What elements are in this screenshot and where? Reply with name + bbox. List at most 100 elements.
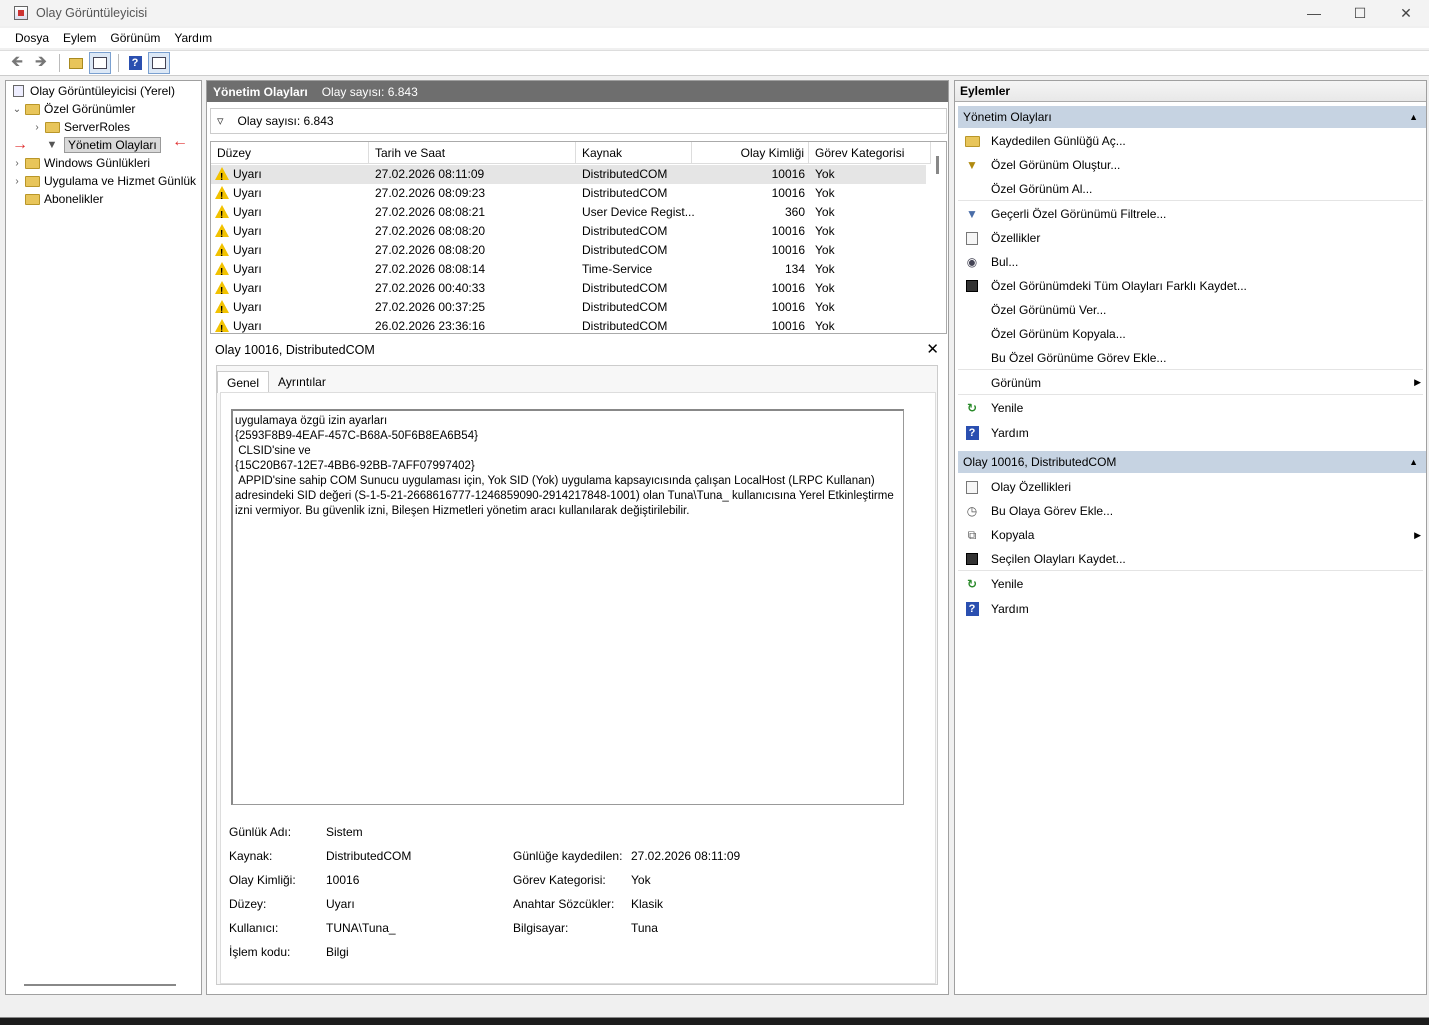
close-icon[interactable]: ✕ bbox=[926, 340, 939, 358]
forward-arrow-icon[interactable]: 🡺 bbox=[30, 52, 52, 74]
collapse-icon[interactable]: ▲ bbox=[1409, 451, 1418, 473]
action-view[interactable]: Görünüm ▶ bbox=[958, 371, 1423, 395]
cell-date: 27.02.2026 08:08:20 bbox=[375, 243, 486, 257]
table-row[interactable]: Uyarı 27.02.2026 08:08:21 User Device Regi… bbox=[211, 203, 926, 222]
action-help[interactable]: ? Yardım bbox=[958, 421, 1423, 445]
up-folder-icon[interactable] bbox=[65, 52, 87, 74]
tree-item-subscriptions[interactable]: Abonelikler bbox=[24, 190, 103, 208]
cell-source: DistributedCOM bbox=[582, 186, 668, 200]
actions-section-admin-events[interactable]: Yönetim Olayları ▲ bbox=[958, 106, 1426, 128]
show-action-pane-icon[interactable] bbox=[148, 52, 170, 74]
cell-event-id: 134 bbox=[784, 262, 805, 276]
chevron-right-icon[interactable]: › bbox=[10, 158, 24, 169]
action-attach-task-event[interactable]: ◷ Bu Olaya Görev Ekle... bbox=[958, 499, 1423, 523]
window-controls: — ☐ ✕ bbox=[1291, 0, 1429, 26]
action-open-saved-log[interactable]: Kaydedilen Günlüğü Aç... bbox=[958, 129, 1423, 153]
action-properties[interactable]: Özellikler bbox=[958, 226, 1423, 250]
tree-item-root[interactable]: Olay Görüntüleyicisi (Yerel) bbox=[10, 82, 175, 100]
cell-level: Uyarı bbox=[211, 222, 369, 241]
table-row[interactable]: Uyarı 27.02.2026 00:40:33 DistributedCOM 10… bbox=[211, 279, 926, 298]
level-text: Uyarı bbox=[233, 167, 262, 181]
vertical-scrollbar[interactable] bbox=[936, 156, 939, 174]
column-header-event-id[interactable]: Olay Kimliği bbox=[692, 142, 809, 164]
action-create-custom-view[interactable]: ▼ Özel Görünüm Oluştur... bbox=[958, 153, 1423, 177]
back-arrow-icon[interactable]: 🡸 bbox=[6, 52, 28, 74]
level-text: Uyarı bbox=[233, 300, 262, 314]
action-attach-task-custom-view[interactable]: Bu Özel Görünüme Görev Ekle... bbox=[958, 346, 1423, 370]
prop-value: Yok bbox=[631, 873, 651, 887]
tree-item-admin-events[interactable]: ▼ Yönetim Olayları bbox=[44, 136, 161, 154]
action-export-custom-view[interactable]: Özel Görünümü Ver... bbox=[958, 298, 1423, 322]
action-filter-custom-view[interactable]: ▼ Geçerli Özel Görünümü Filtrele... bbox=[958, 202, 1423, 226]
menu-gorunum[interactable]: Görünüm bbox=[103, 31, 167, 45]
menu-yardim[interactable]: Yardım bbox=[167, 31, 219, 45]
help-icon: ? bbox=[963, 601, 981, 617]
toolbar: 🡸 🡺 ? bbox=[0, 50, 1429, 76]
table-row[interactable]: Uyarı 26.02.2026 23:36:16 DistributedCOM 10… bbox=[211, 317, 926, 333]
filter-bar: ▿ Olay sayısı: 6.843 bbox=[210, 108, 947, 134]
table-row[interactable]: Uyarı 27.02.2026 08:08:20 DistributedCOM 10… bbox=[211, 241, 926, 260]
maximize-button[interactable]: ☐ bbox=[1337, 0, 1383, 26]
show-hide-console-tree-icon[interactable] bbox=[89, 52, 111, 74]
tab-ayrintilar[interactable]: Ayrıntılar bbox=[269, 371, 335, 393]
cell-event-id: 10016 bbox=[771, 300, 805, 314]
actions-section-event[interactable]: Olay 10016, DistributedCOM ▲ bbox=[958, 451, 1426, 473]
tree-item-app-service-logs[interactable]: › Uygulama ve Hizmet Günlük bbox=[10, 172, 196, 190]
open-folder-icon bbox=[963, 133, 981, 149]
action-help-event[interactable]: ? Yardım bbox=[958, 597, 1423, 621]
section-label: Yönetim Olayları bbox=[963, 110, 1052, 124]
column-header-level[interactable]: Düzey bbox=[211, 142, 369, 164]
action-event-properties[interactable]: Olay Özellikleri bbox=[958, 475, 1423, 499]
column-header-task-category[interactable]: Görev Kategorisi bbox=[809, 142, 931, 164]
event-message[interactable]: uygulamaya özgü izin ayarları {2593F8B9-… bbox=[231, 409, 904, 805]
filter-count: Olay sayısı: 6.843 bbox=[237, 114, 334, 128]
actions-pane: Eylemler Yönetim Olayları ▲ Kaydedilen G… bbox=[954, 80, 1427, 995]
warning-icon bbox=[215, 186, 229, 203]
warning-icon bbox=[215, 300, 229, 317]
cell-level: Uyarı bbox=[211, 241, 369, 260]
chevron-right-icon[interactable]: › bbox=[30, 122, 44, 133]
action-refresh[interactable]: ↻ Yenile bbox=[958, 396, 1423, 420]
action-find[interactable]: ◉ Bul... bbox=[958, 250, 1423, 274]
tree-item-windows-logs[interactable]: › Windows Günlükleri bbox=[10, 154, 150, 172]
actions-title: Eylemler bbox=[955, 81, 1426, 102]
prop-label: Düzey: bbox=[229, 897, 267, 911]
prop-label: Anahtar Sözcükler: bbox=[513, 897, 615, 911]
cell-event-id: 10016 bbox=[771, 243, 805, 257]
prop-value: Bilgi bbox=[326, 945, 349, 959]
menu-eylem[interactable]: Eylem bbox=[56, 31, 103, 45]
action-copy-custom-view[interactable]: Özel Görünüm Kopyala... bbox=[958, 322, 1423, 346]
tree-item-custom-views[interactable]: ⌄ Özel Görünümler bbox=[10, 100, 136, 118]
events-pane: Yönetim Olayları Olay sayısı: 6.843 ▿ Ol… bbox=[206, 80, 949, 995]
collapse-icon[interactable]: ▲ bbox=[1409, 106, 1418, 128]
column-header-source[interactable]: Kaynak bbox=[576, 142, 692, 164]
table-row[interactable]: Uyarı 27.02.2026 08:11:09 DistributedCOM 10… bbox=[211, 165, 926, 184]
help-icon[interactable]: ? bbox=[124, 52, 146, 74]
table-row[interactable]: Uyarı 27.02.2026 08:09:23 DistributedCOM 10… bbox=[211, 184, 926, 203]
action-refresh-event[interactable]: ↻ Yenile bbox=[958, 572, 1423, 596]
cell-date: 27.02.2026 08:08:14 bbox=[375, 262, 486, 276]
table-row[interactable]: Uyarı 27.02.2026 08:08:20 DistributedCOM 10… bbox=[211, 222, 926, 241]
cell-task-category: Yok bbox=[815, 186, 835, 200]
tree-item-server-roles[interactable]: › ServerRoles bbox=[30, 118, 130, 136]
cell-level: Uyarı bbox=[211, 298, 369, 317]
action-save-all-events[interactable]: Özel Görünümdeki Tüm Olayları Farklı Kay… bbox=[958, 274, 1423, 298]
chevron-right-icon[interactable]: › bbox=[10, 176, 24, 187]
column-header-date[interactable]: Tarih ve Saat bbox=[369, 142, 576, 164]
close-button[interactable]: ✕ bbox=[1383, 0, 1429, 26]
menu-dosya[interactable]: Dosya bbox=[8, 31, 56, 45]
section-label: Olay 10016, DistributedCOM bbox=[963, 455, 1117, 469]
table-row[interactable]: Uyarı 27.02.2026 00:37:25 DistributedCOM 10… bbox=[211, 298, 926, 317]
cell-source: DistributedCOM bbox=[582, 243, 668, 257]
horizontal-scrollbar[interactable] bbox=[24, 984, 176, 986]
chevron-down-icon[interactable]: ⌄ bbox=[10, 104, 24, 115]
action-save-selected-events[interactable]: Seçilen Olayları Kaydet... bbox=[958, 547, 1423, 571]
cell-date: 27.02.2026 08:08:20 bbox=[375, 224, 486, 238]
action-label: Seçilen Olayları Kaydet... bbox=[991, 551, 1126, 566]
prop-label: Günlüğe kaydedilen: bbox=[513, 849, 623, 863]
action-import-custom-view[interactable]: Özel Görünüm Al... bbox=[958, 177, 1423, 201]
table-row[interactable]: Uyarı 27.02.2026 08:08:14 Time-Service 134 Y… bbox=[211, 260, 926, 279]
tab-genel[interactable]: Genel bbox=[217, 371, 270, 393]
minimize-button[interactable]: — bbox=[1291, 0, 1337, 26]
action-copy[interactable]: ⧉ Kopyala ▶ bbox=[958, 523, 1423, 547]
